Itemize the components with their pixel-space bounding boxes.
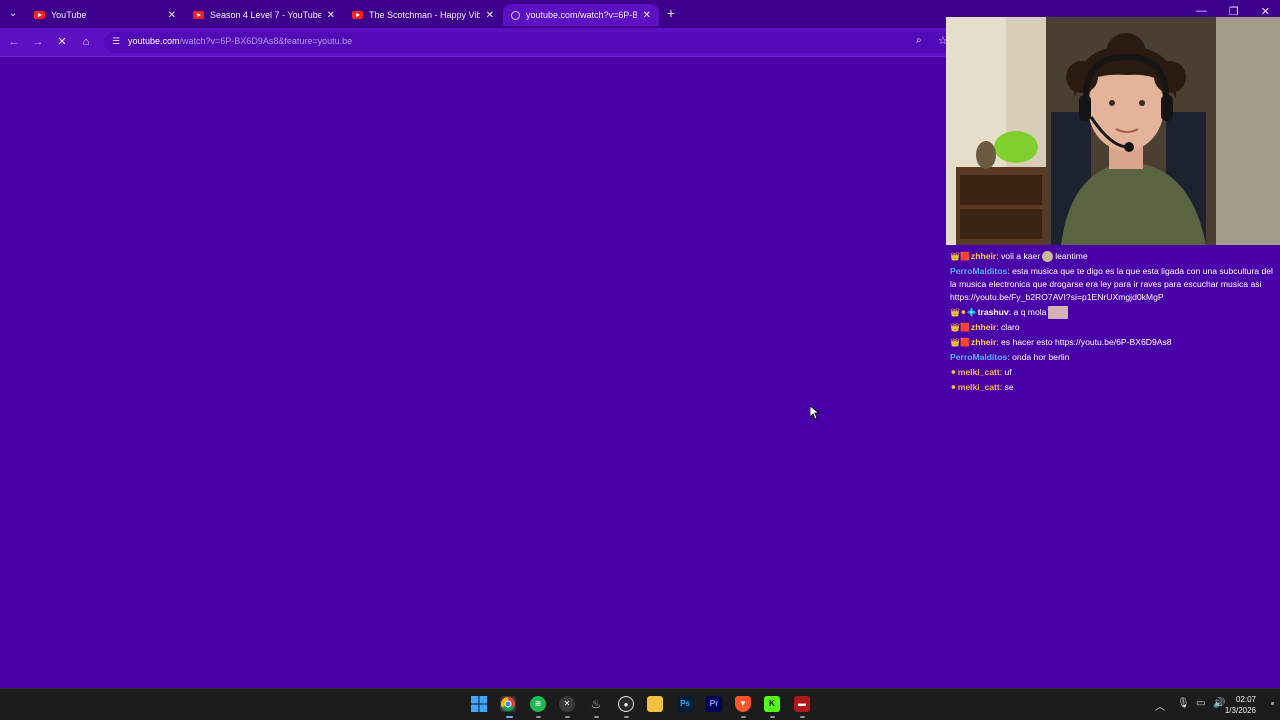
system-clock[interactable]: 02:07 1/3/2026	[1225, 694, 1256, 716]
zoom-magnifier-icon[interactable]: ⌕	[916, 35, 922, 46]
screen: ⌄ YouTube ✕ Season 4 Level 7 - YouTube ✕…	[0, 0, 1280, 720]
chat-text: : es hacer esto https://youtu.be/6P-BX6D…	[996, 337, 1172, 348]
new-tab-plus-icon[interactable]: +	[664, 5, 678, 21]
tab-scotchman[interactable]: The Scotchman - Happy Vibes ✕	[344, 4, 502, 26]
spotify-icon[interactable]: ≋	[530, 696, 546, 712]
tab-season4[interactable]: Season 4 Level 7 - YouTube ✕	[185, 4, 343, 26]
user-badges: 👑🟥	[950, 323, 970, 333]
chat-username[interactable]: zhheir	[971, 322, 996, 332]
close-icon[interactable]: ✕	[486, 10, 494, 21]
premiere-icon[interactable]: Pr	[706, 696, 722, 712]
loading-icon	[511, 10, 520, 20]
forward-arrow-icon[interactable]: →	[30, 34, 46, 50]
chat-text: : se	[999, 382, 1014, 393]
tab-youtube[interactable]: YouTube ✕	[26, 4, 184, 26]
xbox-icon[interactable]: ✕	[559, 696, 575, 712]
steam-icon[interactable]: ♨	[588, 696, 604, 712]
chat-message: PerroMalditos: onda hor berlin	[950, 351, 1280, 364]
chat-username[interactable]: trashuv	[978, 307, 1009, 317]
url-path: /watch?v=6P-BX6D9As8&feature=youtu.be	[179, 36, 353, 46]
close-icon[interactable]: ✕	[168, 10, 176, 21]
youtube-icon	[352, 11, 363, 19]
close-icon[interactable]: ✕	[327, 10, 335, 21]
file-explorer-icon[interactable]	[647, 696, 663, 712]
photoshop-icon[interactable]: Ps	[677, 696, 693, 712]
chat-username[interactable]: melki_catt	[958, 367, 1000, 377]
tab-label: The Scotchman - Happy Vibes	[369, 10, 480, 20]
user-badges: 👑🟥	[950, 252, 970, 261]
chat-text: : onda hor berlin	[1007, 352, 1070, 363]
obs-icon[interactable]: ●	[618, 696, 634, 712]
user-badges: ⚫	[950, 368, 957, 378]
chat-message: 👑🟥zhheir: voli a kaer leantime	[950, 250, 1280, 263]
chat-username[interactable]: melki_catt	[958, 382, 1000, 392]
stop-loading-icon[interactable]: ✕	[54, 34, 70, 50]
chat-text: : uf	[999, 367, 1012, 378]
webcam-overlay	[946, 17, 1280, 245]
tab-active-youtube-watch[interactable]: youtube.com/watch?v=6P-BX6 ✕	[503, 4, 659, 26]
chat-text: : claro	[996, 322, 1020, 333]
premiere-label: Pr	[709, 699, 719, 708]
mouse-cursor-icon	[810, 406, 820, 420]
notification-dot[interactable]	[1271, 702, 1274, 705]
back-arrow-icon[interactable]: ←	[6, 34, 22, 50]
close-icon[interactable]: ✕	[643, 10, 651, 21]
user-badges: 👑⚫💠	[950, 308, 977, 317]
webcam-image	[946, 17, 1280, 245]
site-info-icon[interactable]: ☰	[112, 36, 120, 47]
brave-icon[interactable]: ▼	[735, 696, 751, 712]
chat-username[interactable]: PerroMalditos	[950, 266, 1007, 276]
microphone-icon[interactable]: 🎙	[1177, 698, 1190, 709]
stream-chat: 👑🟥zhheir: voli a kaer leantime PerroMaldi…	[950, 250, 1280, 396]
address-bar[interactable]: ☰ youtube.com/watch?v=6P-BX6D9As8&featur…	[104, 32, 954, 53]
chat-username[interactable]: zhheir	[971, 251, 996, 261]
youtube-icon	[193, 11, 204, 19]
clock-time: 02:07	[1235, 695, 1256, 704]
kick-icon[interactable]: K	[764, 696, 780, 712]
tab-search-chevron-icon[interactable]: ⌄	[4, 5, 22, 23]
taskbar: ≋ ✕ ♨ ● Ps Pr ▼ K ▬ ︿ 🎙 ▭ 🔊 02:07 1/3/20…	[0, 688, 1280, 720]
chat-text: leantime	[1055, 251, 1088, 261]
chat-username[interactable]: PerroMalditos	[950, 352, 1007, 362]
chat-message: 👑🟥zhheir: claro	[950, 321, 1280, 334]
chat-message: PerroMalditos: esta musica que te digo e…	[950, 265, 1280, 304]
chrome-icon[interactable]	[500, 696, 516, 712]
tab-label: youtube.com/watch?v=6P-BX6	[526, 10, 637, 20]
chat-text: : voli a kaer	[996, 251, 1041, 261]
chat-message: ⚫melki_catt: se	[950, 381, 1280, 394]
youtube-icon	[34, 11, 45, 19]
show-hidden-icons-chevron-icon[interactable]: ︿	[1155, 698, 1165, 713]
chat-message: ⚫melki_catt: uf	[950, 366, 1280, 379]
url-host: youtube.com	[128, 36, 180, 46]
windows-start-icon[interactable]	[471, 696, 487, 712]
chat-text: : a q mola	[1008, 307, 1047, 317]
user-badges: 👑🟥	[950, 338, 970, 348]
chat-message: 👑🟥zhheir: es hacer esto https://youtu.be…	[950, 336, 1280, 349]
tab-label: Season 4 Level 7 - YouTube	[210, 10, 321, 20]
home-icon[interactable]: ⌂	[78, 34, 94, 50]
address-url[interactable]: youtube.com/watch?v=6P-BX6D9As8&feature=…	[128, 36, 352, 46]
chat-message: 👑⚫💠trashuv: a q mola	[950, 306, 1280, 320]
tab-label: YouTube	[51, 10, 87, 20]
emote-icon	[1042, 251, 1054, 263]
volume-icon[interactable]: 🔊	[1213, 698, 1225, 709]
chat-username[interactable]: zhheir	[971, 337, 996, 347]
emote-icon	[1048, 306, 1069, 320]
clock-date: 1/3/2026	[1224, 706, 1256, 715]
photoshop-label: Ps	[680, 699, 690, 708]
voicemeeter-icon[interactable]: ▬	[794, 696, 810, 712]
user-badges: ⚫	[950, 383, 957, 393]
network-icon[interactable]: ▭	[1196, 698, 1205, 709]
